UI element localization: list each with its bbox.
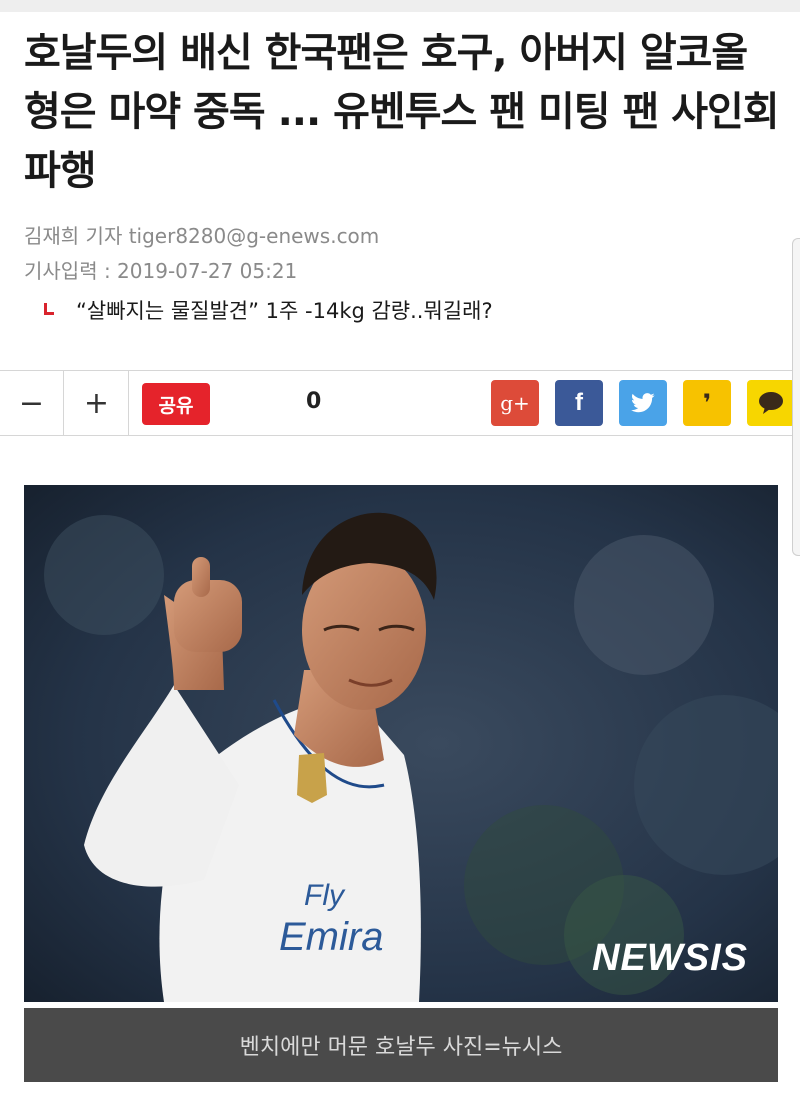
twitter-share-button[interactable] (619, 380, 667, 426)
svg-text:Emira: Emira (279, 915, 383, 959)
related-article-text[interactable]: “살빠지는 물질발견” 1주 -14kg 감량..뭐길래? (76, 295, 493, 325)
photo-caption-bar: 벤치에만 머문 호날두 사진=뉴시스 (24, 1008, 778, 1082)
facebook-share-button[interactable]: f (555, 380, 603, 426)
article-byline[interactable]: 김재희 기자 tiger8280@g-enews.com (24, 220, 379, 249)
svg-text:Fly: Fly (304, 879, 346, 912)
kakaotalk-share-button[interactable] (747, 380, 795, 426)
google-plus-share-button[interactable]: g+ (491, 380, 539, 426)
facebook-icon: f (575, 389, 583, 416)
kakaostory-icon: ❜ (702, 389, 712, 417)
font-increase-button[interactable]: + (65, 371, 129, 435)
corner-arrow-icon (44, 303, 54, 315)
photo-illustration: Fly Emira (24, 485, 778, 1002)
article-photo[interactable]: Fly Emira NEWSIS (24, 485, 778, 1002)
share-count: 0 (306, 389, 322, 414)
article-headline: 호날두의 배신 한국팬은 호구, 아버지 알코올 형은 마약 중독 ... 유벤… (24, 30, 780, 194)
kakaostory-share-button[interactable]: ❜ (683, 380, 731, 426)
photo-caption: 벤치에만 머문 호날두 사진=뉴시스 (239, 1035, 563, 1060)
twitter-icon (631, 393, 655, 413)
page-scrollbar[interactable] (792, 238, 800, 556)
status-strip (0, 0, 800, 12)
font-decrease-button[interactable]: − (0, 371, 64, 435)
related-article-link[interactable]: “살빠지는 물질발견” 1주 -14kg 감량..뭐길래? (44, 295, 493, 325)
share-button[interactable]: 공유 (142, 383, 210, 425)
newsis-watermark: NEWSIS (592, 937, 748, 979)
speech-bubble-icon (759, 392, 783, 414)
google-plus-icon: g+ (500, 391, 530, 415)
article-dateline: 기사입력 : 2019-07-27 05:21 (24, 259, 298, 283)
article-toolbar: − + 공유 0 g+ f ❜ (0, 370, 800, 436)
